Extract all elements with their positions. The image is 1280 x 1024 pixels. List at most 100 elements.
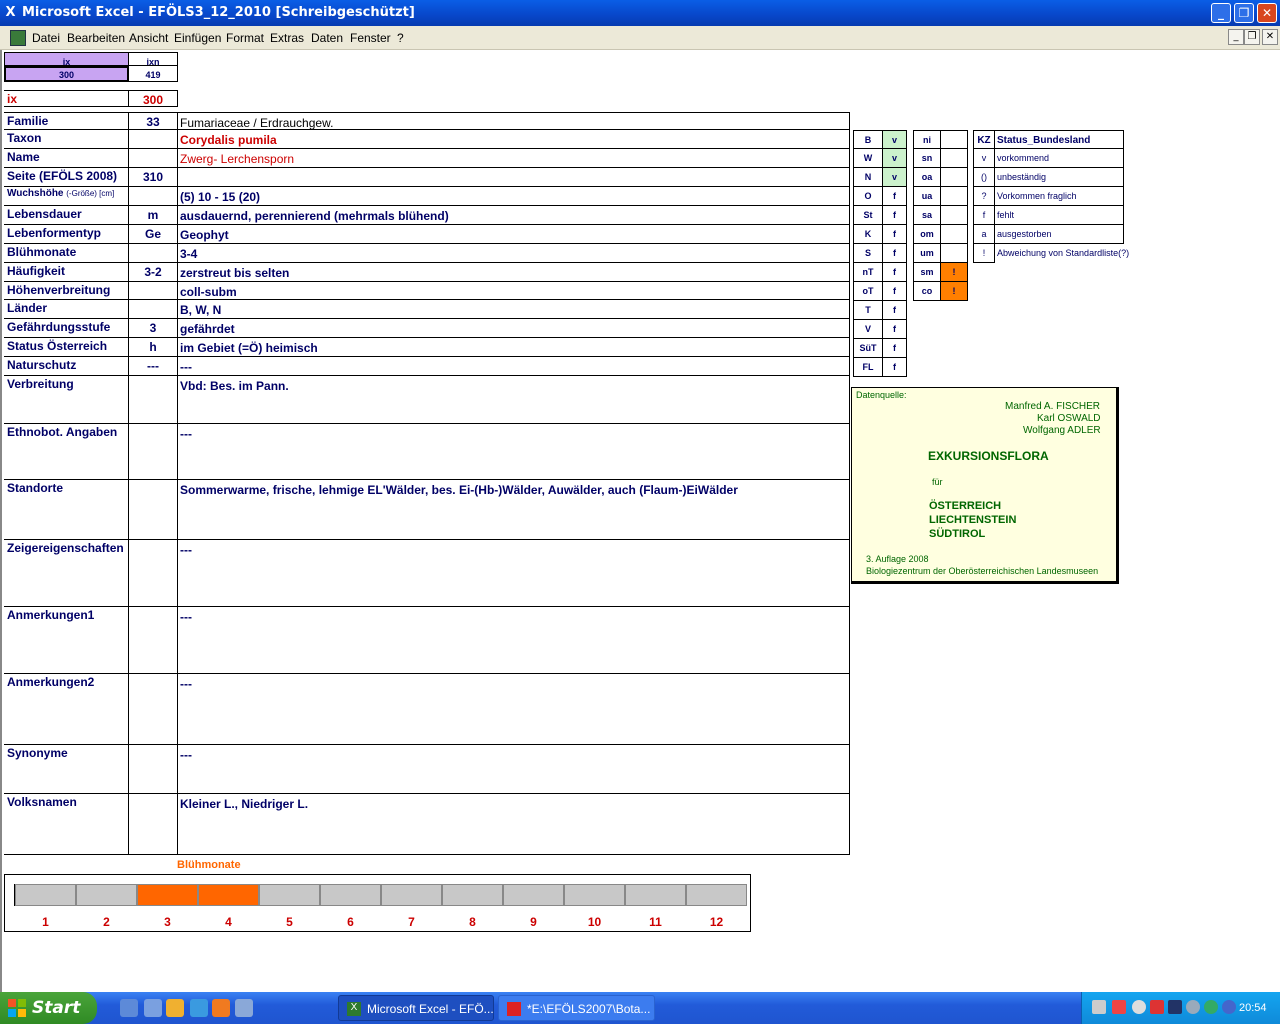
field-label-0[interactable]: Familie bbox=[4, 112, 129, 130]
field-label-10[interactable]: Länder bbox=[4, 300, 129, 319]
field-num-9[interactable] bbox=[129, 282, 178, 300]
state-status-4[interactable]: f bbox=[883, 206, 907, 225]
field-label-8[interactable]: Häufigkeit bbox=[4, 263, 129, 282]
altitude-code-7[interactable]: sm bbox=[913, 263, 941, 282]
state-code-3[interactable]: O bbox=[853, 187, 883, 206]
altitude-code-1[interactable]: sn bbox=[913, 149, 941, 168]
excel-icon[interactable]: X bbox=[3, 5, 18, 20]
field-num-11[interactable]: 3 bbox=[129, 319, 178, 338]
field-label-4[interactable]: Wuchshöhe (-Größe) [cm] bbox=[4, 187, 129, 206]
legend-text-4[interactable]: ausgestorben bbox=[995, 225, 1124, 244]
field-label-7[interactable]: Blühmonate bbox=[4, 244, 129, 263]
shield-icon[interactable] bbox=[1168, 1000, 1182, 1014]
altitude-code-8[interactable]: co bbox=[913, 282, 941, 301]
menu-6[interactable]: Daten bbox=[311, 31, 343, 45]
field-num-2[interactable] bbox=[129, 149, 178, 168]
altitude-code-6[interactable]: um bbox=[913, 244, 941, 263]
field-num-19[interactable] bbox=[129, 674, 178, 745]
field-num-21[interactable] bbox=[129, 794, 178, 855]
field-label-5[interactable]: Lebensdauer bbox=[4, 206, 129, 225]
field-num-10[interactable] bbox=[129, 300, 178, 319]
field-value-13[interactable]: --- bbox=[178, 357, 850, 376]
legend-text-0[interactable]: vorkommend bbox=[995, 149, 1124, 168]
menu-5[interactable]: Extras bbox=[270, 31, 304, 45]
field-value-11[interactable]: gefährdet bbox=[178, 319, 850, 338]
altitude-mark-5[interactable] bbox=[941, 225, 968, 244]
field-num-14[interactable] bbox=[129, 376, 178, 424]
field-value-7[interactable]: 3-4 bbox=[178, 244, 850, 263]
state-status-5[interactable]: f bbox=[883, 225, 907, 244]
field-value-0[interactable]: Fumariaceae / Erdrauchgew. bbox=[178, 112, 850, 130]
desktop-icon[interactable] bbox=[120, 999, 138, 1017]
state-code-9[interactable]: T bbox=[853, 301, 883, 320]
altitude-code-2[interactable]: oa bbox=[913, 168, 941, 187]
menu-4[interactable]: Format bbox=[226, 31, 264, 45]
ix-header[interactable]: ix bbox=[4, 52, 129, 66]
legend-text-5[interactable]: Abweichung von Standardliste(?) bbox=[995, 244, 1135, 263]
taskbar-excel[interactable]: X Microsoft Excel - EFÖ... bbox=[338, 995, 494, 1021]
state-status-1[interactable]: v bbox=[883, 149, 907, 168]
field-value-5[interactable]: ausdauernd, perennierend (mehrmals blühe… bbox=[178, 206, 850, 225]
ix-number[interactable]: 300 bbox=[129, 90, 178, 107]
security-icon[interactable] bbox=[1112, 1000, 1126, 1014]
altitude-mark-8[interactable]: ! bbox=[941, 282, 968, 301]
field-label-15[interactable]: Ethnobot. Angaben bbox=[4, 424, 129, 480]
field-num-4[interactable] bbox=[129, 187, 178, 206]
network-icon[interactable] bbox=[1092, 1000, 1106, 1014]
menu-1[interactable]: Bearbeiten bbox=[67, 31, 125, 45]
field-label-17[interactable]: Zeigereigenschaften bbox=[4, 540, 129, 607]
ixn-header[interactable]: ixn bbox=[129, 52, 178, 66]
altitude-mark-4[interactable] bbox=[941, 206, 968, 225]
field-num-5[interactable]: m bbox=[129, 206, 178, 225]
state-code-0[interactable]: B bbox=[853, 130, 883, 149]
altitude-mark-2[interactable] bbox=[941, 168, 968, 187]
state-code-2[interactable]: N bbox=[853, 168, 883, 187]
field-value-18[interactable]: --- bbox=[178, 607, 850, 674]
field-label-1[interactable]: Taxon bbox=[4, 130, 129, 149]
state-code-7[interactable]: nT bbox=[853, 263, 883, 282]
field-num-3[interactable]: 310 bbox=[129, 168, 178, 187]
state-code-10[interactable]: V bbox=[853, 320, 883, 339]
legend-key-4[interactable]: a bbox=[973, 225, 995, 244]
state-code-11[interactable]: SüT bbox=[853, 339, 883, 358]
altitude-mark-6[interactable] bbox=[941, 244, 968, 263]
field-label-20[interactable]: Synonyme bbox=[4, 745, 129, 794]
menu-2[interactable]: Ansicht bbox=[129, 31, 168, 45]
doc-close-button[interactable]: ✕ bbox=[1262, 29, 1278, 45]
state-code-1[interactable]: W bbox=[853, 149, 883, 168]
field-label-11[interactable]: Gefährdungsstufe bbox=[4, 319, 129, 338]
state-code-4[interactable]: St bbox=[853, 206, 883, 225]
field-label-19[interactable]: Anmerkungen2 bbox=[4, 674, 129, 745]
ixn-value[interactable]: 419 bbox=[129, 66, 178, 82]
altitude-mark-7[interactable]: ! bbox=[941, 263, 968, 282]
altitude-code-0[interactable]: ni bbox=[913, 130, 941, 149]
workbook-icon[interactable] bbox=[10, 30, 26, 46]
state-status-12[interactable]: f bbox=[883, 358, 907, 377]
field-value-8[interactable]: zerstreut bis selten bbox=[178, 263, 850, 282]
field-num-18[interactable] bbox=[129, 607, 178, 674]
outlook-icon[interactable] bbox=[235, 999, 253, 1017]
state-status-7[interactable]: f bbox=[883, 263, 907, 282]
legend-key-0[interactable]: v bbox=[973, 149, 995, 168]
firefox-icon[interactable] bbox=[212, 999, 230, 1017]
altitude-mark-1[interactable] bbox=[941, 149, 968, 168]
field-num-0[interactable]: 33 bbox=[129, 112, 178, 130]
headset-icon[interactable] bbox=[1186, 1000, 1200, 1014]
field-label-13[interactable]: Naturschutz bbox=[4, 357, 129, 376]
altitude-code-5[interactable]: om bbox=[913, 225, 941, 244]
field-value-2[interactable]: Zwerg- Lerchensporn bbox=[178, 149, 850, 168]
field-num-12[interactable]: h bbox=[129, 338, 178, 357]
altitude-mark-0[interactable] bbox=[941, 130, 968, 149]
state-status-3[interactable]: f bbox=[883, 187, 907, 206]
field-num-20[interactable] bbox=[129, 745, 178, 794]
field-label-21[interactable]: Volksnamen bbox=[4, 794, 129, 855]
state-code-12[interactable]: FL bbox=[853, 358, 883, 377]
altitude-code-4[interactable]: sa bbox=[913, 206, 941, 225]
field-label-14[interactable]: Verbreitung bbox=[4, 376, 129, 424]
field-value-20[interactable]: --- bbox=[178, 745, 850, 794]
field-label-9[interactable]: Höhenverbreitung bbox=[4, 282, 129, 300]
internet-explorer-icon[interactable] bbox=[190, 999, 208, 1017]
close-button[interactable]: ✕ bbox=[1257, 3, 1277, 23]
ix-value[interactable]: 300 bbox=[4, 66, 129, 82]
state-status-11[interactable]: f bbox=[883, 339, 907, 358]
